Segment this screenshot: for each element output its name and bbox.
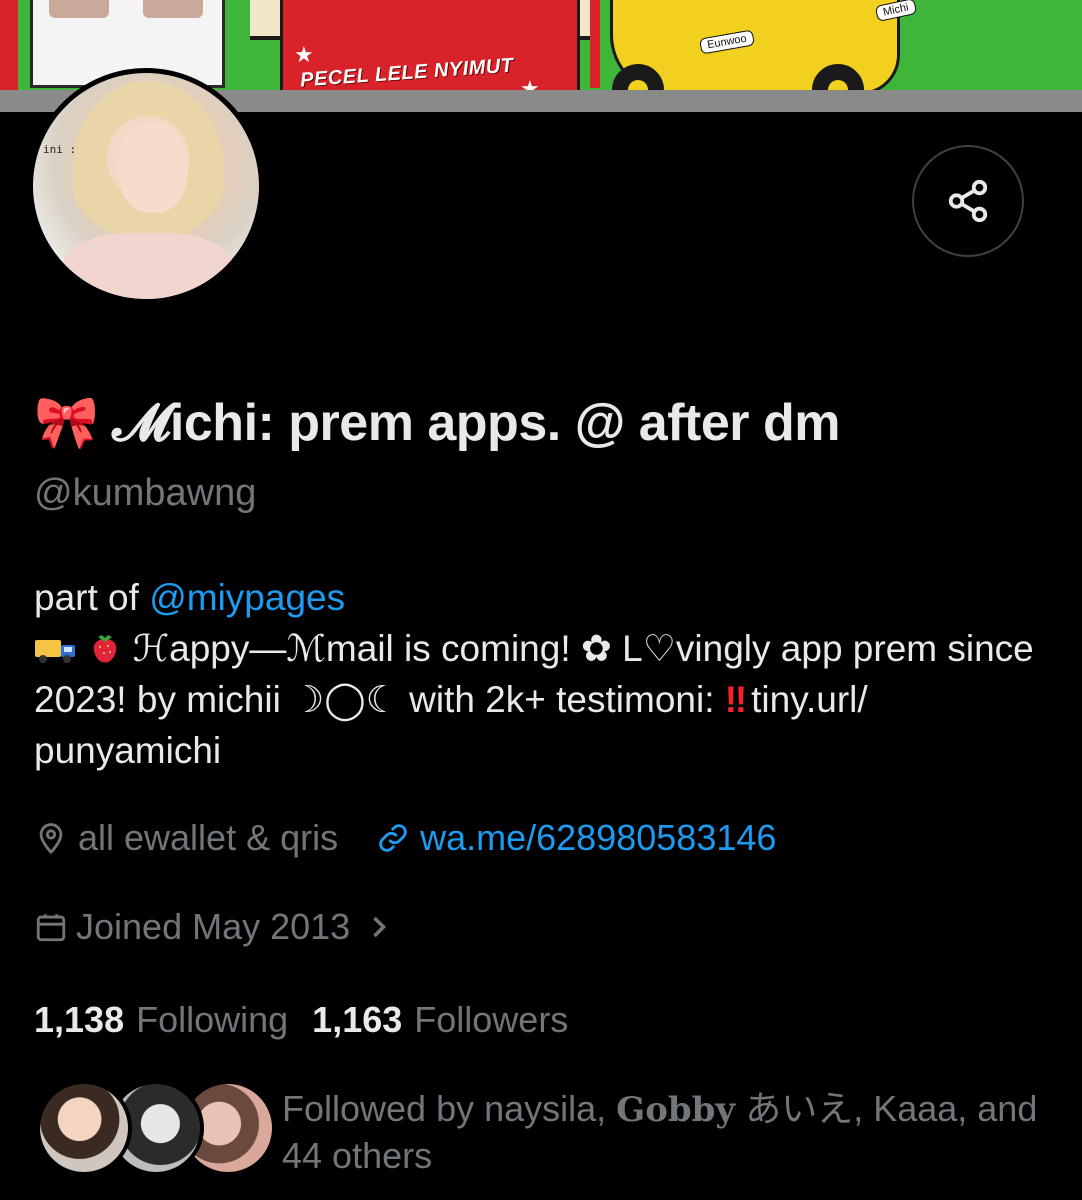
website-item[interactable]: wa.me/628980583146 xyxy=(376,817,776,859)
user-handle: @kumbawng xyxy=(34,472,257,514)
joined-date-text: Joined May 2013 xyxy=(76,906,351,947)
location-pin-icon xyxy=(39,823,63,855)
calendar-icon xyxy=(36,914,66,942)
joined-date-row[interactable]: Joined May 2013 xyxy=(34,901,398,953)
following-label[interactable]: Following xyxy=(136,999,288,1041)
chevron-right-icon xyxy=(373,916,387,938)
banner-decoration xyxy=(49,0,109,18)
followers-count[interactable]: 1,163 xyxy=(312,999,402,1041)
avatar-tag-text: ini : xyxy=(43,143,77,156)
avatar-image xyxy=(63,233,233,299)
bio-line: part of @miypages xyxy=(34,572,1054,623)
followers-label[interactable]: Followers xyxy=(414,999,568,1041)
bio-text: ℋappy—ℳmail is coming! ✿ L♡vingly app pr… xyxy=(34,628,1034,720)
followed-by-row[interactable]: Followed by naysila, Gobby あいえ, Kaaa, an… xyxy=(36,1080,1046,1180)
avatar-image: ini : xyxy=(33,73,259,299)
share-button[interactable] xyxy=(912,145,1024,257)
following-count[interactable]: 1,138 xyxy=(34,999,124,1041)
followed-by-prefix: Followed by naysila, xyxy=(282,1088,617,1129)
link-icon xyxy=(379,824,407,852)
profile-page: ★ ★ PECEL LELE NYIMUT Eunwoo Michi ini :… xyxy=(0,0,1082,1200)
bio-text: part of xyxy=(34,577,150,618)
share-icon xyxy=(948,179,988,223)
profile-meta-row: all ewallet & qris wa.me/628980583146 xyxy=(34,812,814,864)
location-item: all ewallet & qris xyxy=(34,817,338,859)
star-icon: ★ xyxy=(294,42,314,67)
double-exclamation-icon: ‼ xyxy=(724,679,747,720)
profile-bio: part of @miypages ℋappy—ℳmail is coming!… xyxy=(34,572,1054,776)
bio-line: ℋappy—ℳmail is coming! ✿ L♡vingly app pr… xyxy=(34,623,1054,776)
banner-decoration xyxy=(143,0,203,18)
strawberry-icon xyxy=(88,629,122,665)
follow-stats: 1,138 Following 1,163 Followers xyxy=(34,994,592,1046)
bio-mention-link[interactable]: @miypages xyxy=(149,577,345,618)
followed-by-text: Followed by naysila, Gobby あいえ, Kaaa, an… xyxy=(282,1086,1042,1179)
profile-avatar[interactable]: ini : xyxy=(28,68,264,304)
website-link[interactable]: wa.me/628980583146 xyxy=(420,817,776,859)
display-name: 🎀 𝓜ichi: prem apps. @ after dm xyxy=(34,394,840,452)
follower-avatar xyxy=(36,1080,132,1176)
followed-by-name: Gobby xyxy=(616,1090,736,1130)
truck-icon xyxy=(34,627,78,663)
avatar-image xyxy=(118,123,188,213)
location-text: all ewallet & qris xyxy=(78,817,339,858)
banner-decoration xyxy=(590,0,600,88)
